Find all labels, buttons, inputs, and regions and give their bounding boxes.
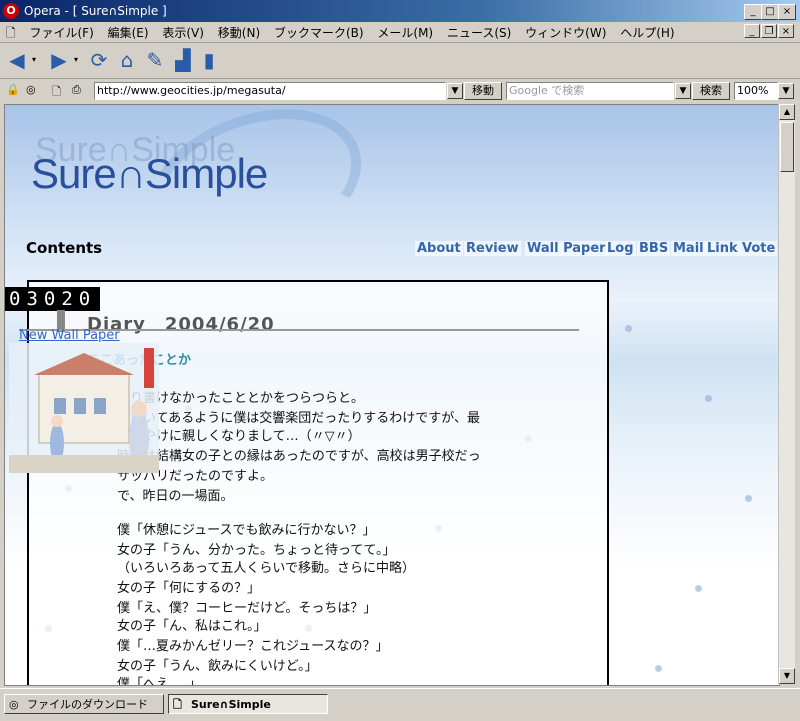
doc-close-button[interactable]: × [778,24,794,38]
security-icon[interactable]: 🔒 [6,83,20,96]
snow-dot [695,585,702,592]
menu-navigate[interactable]: 移動(N) [213,22,265,43]
search-engine-dropdown-icon[interactable]: ▼ [675,83,691,99]
nav-vote[interactable]: Vote [740,241,778,256]
zoom-field[interactable]: 100% [734,82,778,100]
tab-downloads[interactable]: ◎ ファイルのダウンロード [4,694,164,714]
title-bar: O Opera - [ Sure∩Simple ] _ □ × [0,0,800,22]
address-bar: 🔒 ◎ 🗋 ⎙ http://www.geocities.jp/megasuta… [0,79,800,103]
window-tab-bar: ◎ ファイルのダウンロード 🗋 Sure∩Simple [0,688,800,721]
vertical-scrollbar[interactable]: ▲ ▼ [778,104,795,684]
site-logo[interactable]: Sure∩Simple [31,150,268,198]
body-line: 僕「…夏みかんゼリー？これジュースなの？」 [117,639,389,654]
page-info-icon[interactable]: 🗋 [52,83,61,102]
tab-downloads-label: ファイルのダウンロード [27,698,148,711]
body-line: 僕「え、僕？コーヒーだけど。そっちは？」 [117,601,377,616]
home-icon[interactable]: ⌂ [116,49,138,71]
wallpaper-thumbnail[interactable] [9,343,159,473]
cookie-icon[interactable]: ◎ [26,83,36,96]
search-button[interactable]: 検索 [692,82,730,100]
close-button[interactable]: × [778,4,796,20]
snow-dot [625,325,632,332]
doc-minimize-button[interactable]: _ [744,24,760,38]
body-line: で書いてあるように僕は交響楽団だったりするわけですが、最 [117,411,480,426]
nav-review[interactable]: Review [464,241,521,256]
zoom-dropdown-icon[interactable]: ▼ [778,83,794,99]
back-icon[interactable]: ◀ [6,49,28,71]
menu-view[interactable]: 表示(V) [157,22,209,43]
nav-about[interactable]: About [415,241,463,256]
scrollbar-thumb[interactable] [780,122,794,172]
menu-bookmarks[interactable]: ブックマーク(B) [269,22,369,43]
forward-dropdown-icon[interactable]: ▾ [74,55,78,64]
body-line: 女の子「うん、分かった。ちょっと待ってて。」 [117,543,396,558]
nav-bbs[interactable]: BBS [637,241,671,256]
page-icon: 🗋 [173,698,182,711]
scroll-up-icon[interactable]: ▲ [779,104,795,120]
scroll-down-icon[interactable]: ▼ [779,668,795,684]
toolbar: ◀ ▾ ▶ ▾ ⟳ ⌂ ✎ ▟ ▮ [0,43,800,79]
page-icon[interactable]: ▮ [198,49,220,71]
forward-icon[interactable]: ▶ [48,49,70,71]
nav-link[interactable]: Link [705,241,740,256]
menu-edit[interactable]: 編集(E) [103,22,154,43]
go-button[interactable]: 移動 [464,82,502,100]
menu-help[interactable]: ヘルプ(H) [615,22,679,43]
body-line: 僕「へえ…。」 [117,677,202,686]
menu-news[interactable]: ニュース(S) [442,22,516,43]
minimize-button[interactable]: _ [744,4,762,20]
body-line: 女の子「うん、飲みにくいけど。」 [117,659,318,674]
search-input[interactable]: Google で検索 [506,82,674,100]
window-title: Opera - [ Sure∩Simple ] [24,4,167,18]
url-field[interactable]: http://www.geocities.jp/megasuta/ [94,82,446,100]
opera-icon: O [3,3,19,19]
snow-dot [655,665,662,672]
new-wallpaper-link[interactable]: New Wall Paper [19,328,120,343]
hotlist-icon[interactable]: ✎ [144,49,166,71]
menu-bar: 🗋 ファイル(F) 編集(E) 表示(V) 移動(N) ブックマーク(B) メー… [0,22,800,43]
url-dropdown-icon[interactable]: ▼ [447,83,463,99]
nav-wallpaper[interactable]: Wall Paper [525,241,608,256]
menu-window[interactable]: ウィンドウ(W) [520,22,611,43]
hit-counter: 03020 [5,287,101,311]
maximize-button[interactable]: □ [761,4,779,20]
snow-dot [705,395,712,402]
body-line: で、昨日の一場面。 [117,489,234,504]
body-line: 時代は結構女の子との縁はあったのですが、高校は男子校だっ [117,449,481,464]
body-line: （いろいろあって五人くらいで移動。さらに中略） [117,561,415,576]
body-line: 女の子「ん、私はこれ。」 [117,619,267,634]
contents-label: Contents [26,239,103,257]
doc-restore-button[interactable]: ❐ [761,24,777,38]
menu-file[interactable]: ファイル(F) [24,22,98,43]
tab-current-page-label: Sure∩Simple [191,698,271,711]
menu-mail[interactable]: メール(M) [372,22,438,43]
reload-icon[interactable]: ⟳ [88,49,110,71]
print-icon[interactable]: ⎙ [72,83,81,97]
download-icon: ◎ [9,698,19,711]
nav-mail[interactable]: Mail [671,241,706,256]
print-icon[interactable]: ▟ [172,49,194,71]
tab-current-page[interactable]: 🗋 Sure∩Simple [168,694,328,714]
body-line: 女の子「何にするの？」 [117,581,261,596]
page-viewport: Sure∩Simple Sure∩Simple Contents About R… [4,104,780,686]
snow-dot [745,495,752,502]
back-dropdown-icon[interactable]: ▾ [32,55,36,64]
nav-log[interactable]: Log [605,241,636,256]
body-line: 僕「休憩にジュースでも飲みに行かない？」 [117,523,376,538]
